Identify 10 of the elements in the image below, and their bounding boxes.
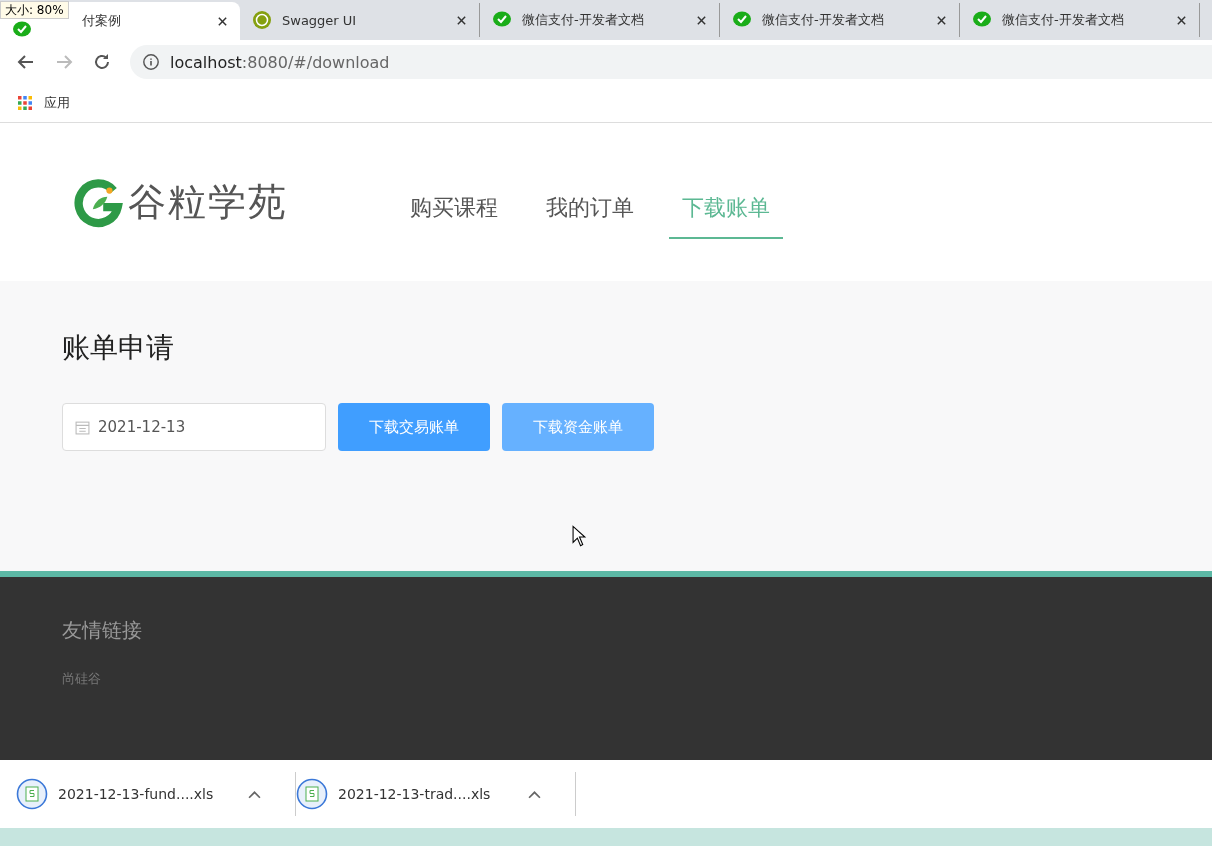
url-text: localhost:8080/#/download [170, 52, 390, 72]
zoom-tooltip: 大小: 80% [0, 1, 69, 19]
footer-title: 友情链接 [62, 617, 142, 644]
tab-title: 微信支付-开发者文档 [522, 11, 644, 29]
tab-title: Swagger UI [282, 12, 357, 28]
tab-title: 付案例 [82, 12, 121, 30]
section-title: 账单申请 [62, 330, 175, 366]
logo-text: 谷粒学苑 [128, 178, 288, 226]
tab-title: 微信支付-开发者文档 [762, 11, 884, 29]
tab-title: 微信支付-开发者文档 [1002, 11, 1124, 29]
